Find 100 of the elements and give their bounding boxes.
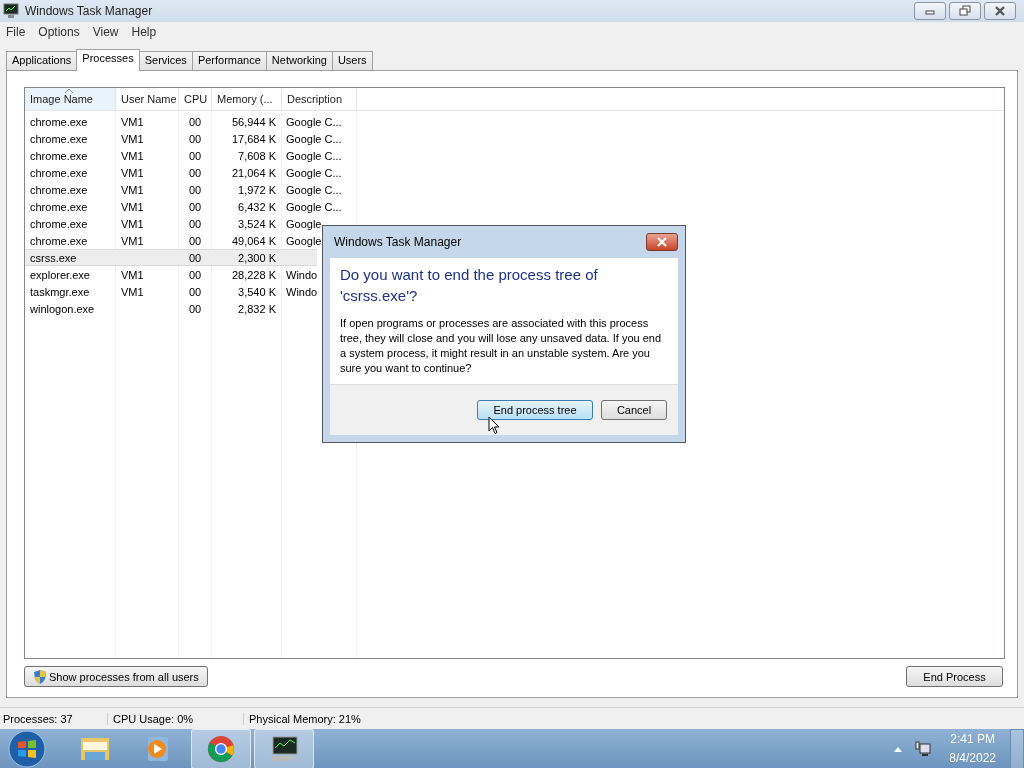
menu-item[interactable]: Options [32,24,87,39]
close-button[interactable] [984,2,1016,20]
network-icon[interactable] [915,741,932,757]
table-cell: VM1 [121,132,144,145]
table-row[interactable]: winlogon.exe 00 2,832 K [25,300,317,317]
table-cell-text: taskmgr.exe [29,285,91,298]
table-row[interactable]: chrome.exe VM1 00 1,972 K Google C... [25,181,342,198]
table-cell-text: 00 [188,183,203,196]
dialog-button[interactable]: Cancel [601,400,667,420]
show-desktop-button[interactable] [1010,729,1024,768]
table-cell-text: 00 [188,166,203,179]
table-cell: Google C... [286,166,342,179]
close-icon [993,5,1007,17]
table-cell-text: chrome.exe [29,149,89,162]
tab[interactable]: Users [331,51,373,70]
menu-item[interactable]: View [86,24,126,39]
column-header[interactable]: CPU [179,88,212,110]
tab[interactable]: Processes [76,49,140,71]
chrome-icon [205,734,237,764]
table-row[interactable]: csrss.exe 00 2,300 K [25,249,317,266]
table-cell: VM1 [121,115,144,128]
column-header[interactable]: Image Name [25,88,116,110]
status-text: Processes: 37 [2,712,74,725]
table-cell-text: 00 [188,132,203,145]
table-row[interactable]: chrome.exe VM1 00 49,064 K Google [25,232,322,249]
table-cell: Google C... [286,115,342,128]
taskbar-button[interactable] [254,729,314,768]
table-cell: VM1 [121,268,144,281]
table-cell-text: 3,524 K [237,217,277,230]
table-cell-text: csrss.exe [29,251,78,264]
table-row[interactable]: chrome.exe VM1 00 6,432 K Google C... [25,198,342,215]
table-cell-text: chrome.exe [29,234,89,247]
table-cell-text: 00 [188,217,203,230]
column-header[interactable]: Memory (... [212,88,282,110]
table-cell-text: 00 [188,268,203,281]
mouse-cursor-icon [488,416,500,435]
status-text: CPU Usage: 0% [107,712,243,725]
table-cell: VM1 [121,217,144,230]
menu-item[interactable]: File [0,24,33,39]
table-cell-text: 7,608 K [237,149,277,162]
table-cell-text: chrome.exe [29,200,89,213]
dialog-button[interactable]: End process tree [477,400,593,420]
minimize-button[interactable] [914,2,946,20]
status-text: Physical Memory: 21% [243,712,361,725]
tab[interactable]: Performance [191,51,267,70]
show-all-users-button[interactable]: Show processes from all users [24,666,208,687]
table-cell-text: 00 [188,115,203,128]
column-header[interactable]: Description [282,88,357,110]
table-cell-text: 6,432 K [237,200,277,213]
table-cell: Google C... [286,132,342,145]
table-row[interactable]: explorer.exe VM1 00 28,228 K Windo [25,266,318,283]
close-button[interactable] [646,233,678,251]
table-cell-text: 00 [188,149,203,162]
table-row[interactable]: taskmgr.exe VM1 00 3,540 K Windo [25,283,318,300]
table-cell: Windo [286,268,318,281]
window-title: Windows Task Manager [25,4,153,18]
menu-item[interactable]: Help [125,24,164,39]
table-cell-text: winlogon.exe [29,302,96,315]
tab[interactable]: Applications [6,51,78,70]
clock-time: 2:41 PM [950,731,995,748]
table-cell-text: chrome.exe [29,217,89,230]
table-cell: Google C... [286,149,342,162]
monitor-icon [268,734,300,764]
table-cell-text: chrome.exe [29,132,89,145]
table-cell: Windo [286,285,318,298]
table-cell: VM1 [121,183,144,196]
table-row[interactable]: chrome.exe VM1 00 21,064 K Google C... [25,164,342,181]
table-row[interactable]: chrome.exe VM1 00 56,944 K Google C... [25,113,342,130]
table-cell: VM1 [121,149,144,162]
table-row[interactable]: chrome.exe VM1 00 7,608 K Google C... [25,147,342,164]
table-cell-text: 2,300 K [237,251,277,264]
table-cell: Google C... [286,200,342,213]
table-cell-text: 00 [188,285,203,298]
dialog-message: If open programs or processes are associated with this process tree, they will close and you will lose any unsaved data. If you end a system process, it might result in an unstable system. Are you sure you want to continue? [340,316,663,376]
table-cell-text: 00 [188,200,203,213]
table-cell-text: 49,064 K [230,234,277,247]
table-cell-text: 3,540 K [237,285,277,298]
restore-button[interactable] [949,2,981,20]
table-cell-text: chrome.exe [29,115,89,128]
table-cell-text: explorer.exe [29,268,91,281]
tab[interactable]: Services [138,51,193,70]
sort-caret-icon [65,89,73,93]
table-row[interactable]: chrome.exe VM1 00 17,684 K Google C... [25,130,342,147]
table-cell-text: chrome.exe [29,166,89,179]
table-cell: Google C... [286,183,342,196]
column-header[interactable]: User Name [116,88,179,110]
start-button[interactable] [7,729,47,768]
show-hidden-icons-icon[interactable] [894,746,903,752]
shield-icon [33,668,47,685]
table-row[interactable]: chrome.exe VM1 00 3,524 K Google [25,215,322,232]
close-icon [656,237,668,247]
table-cell-text: 1,972 K [237,183,277,196]
dialog-title: Windows Task Manager [334,235,462,249]
tab[interactable]: Networking [265,51,333,70]
table-cell: VM1 [121,234,144,247]
table-cell-text: 00 [188,302,203,315]
table-cell-text: 2,832 K [237,302,277,315]
restore-icon [958,5,972,17]
table-cell-text: 17,684 K [230,132,277,145]
end-process-button[interactable]: End Process [906,666,1003,687]
